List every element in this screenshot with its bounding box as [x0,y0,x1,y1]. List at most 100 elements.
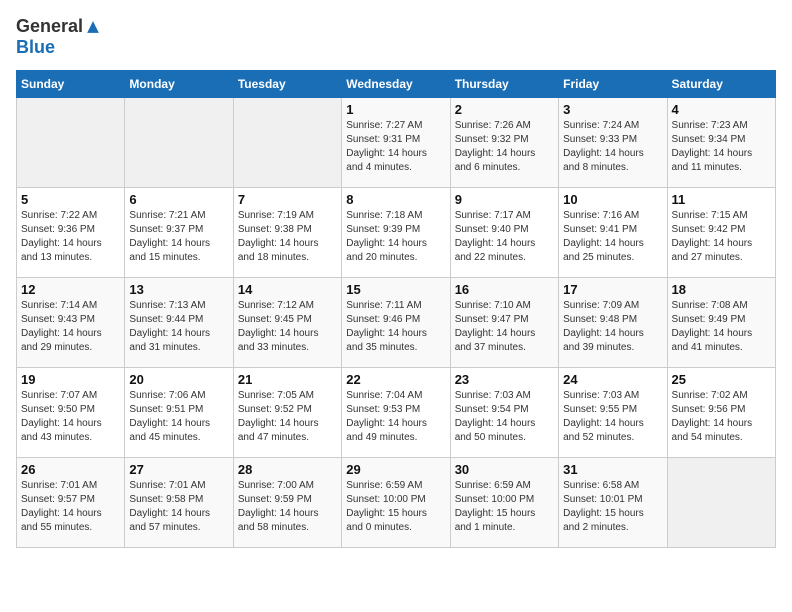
logo-blue: Blue [16,37,55,58]
week-row-4: 19Sunrise: 7:07 AM Sunset: 9:50 PM Dayli… [17,368,776,458]
calendar-cell: 30 Sunrise: 6:59 AM Sunset: 10:00 PM Dayl… [450,458,558,548]
day-number: 23 [455,372,554,387]
day-number: 29 [346,462,445,477]
day-number: 15 [346,282,445,297]
day-info: Sunrise: 7:15 AM Sunset: 9:42 PM Dayligh… [672,209,771,265]
day-info: Sunrise: 6:59 AM Sunset: 10:00 PM Daylig… [346,479,445,535]
day-number: 6 [129,192,228,207]
day-info: Sunrise: 7:11 AM Sunset: 9:46 PM Dayligh… [346,299,445,355]
day-number: 17 [563,282,662,297]
day-number: 8 [346,192,445,207]
day-number: 7 [238,192,337,207]
day-info: Sunrise: 7:19 AM Sunset: 9:38 PM Dayligh… [238,209,337,265]
week-row-2: 5 Sunrise: 7:22 AM Sunset: 9:36 PM Daylig… [17,188,776,278]
day-number: 20 [129,372,228,387]
calendar-cell: 5 Sunrise: 7:22 AM Sunset: 9:36 PM Daylig… [17,188,125,278]
day-info: Sunrise: 7:14 AM Sunset: 9:43 PM Dayligh… [21,299,120,355]
day-number: 5 [21,192,120,207]
day-number: 21 [238,372,337,387]
day-info: Sunrise: 7:23 AM Sunset: 9:34 PM Dayligh… [672,119,771,175]
calendar-cell: 17 Sunrise: 7:09 AM Sunset: 9:48 PM Dayli… [559,278,667,368]
calendar-cell: 19Sunrise: 7:07 AM Sunset: 9:50 PM Dayli… [17,368,125,458]
calendar-cell: 1Sunrise: 7:27 AM Sunset: 9:31 PM Daylig… [342,98,450,188]
day-number: 18 [672,282,771,297]
day-number: 28 [238,462,337,477]
day-number: 2 [455,102,554,117]
day-number: 9 [455,192,554,207]
day-number: 26 [21,462,120,477]
day-info: Sunrise: 6:58 AM Sunset: 10:01 PM Daylig… [563,479,662,535]
day-number: 11 [672,192,771,207]
day-info: Sunrise: 7:10 AM Sunset: 9:47 PM Dayligh… [455,299,554,355]
week-row-1: 1Sunrise: 7:27 AM Sunset: 9:31 PM Daylig… [17,98,776,188]
header-day-wednesday: Wednesday [342,71,450,98]
week-row-5: 26 Sunrise: 7:01 AM Sunset: 9:57 PM Dayli… [17,458,776,548]
day-number: 10 [563,192,662,207]
calendar-cell: 18 Sunrise: 7:08 AM Sunset: 9:49 PM Dayli… [667,278,775,368]
header-day-tuesday: Tuesday [233,71,341,98]
calendar-cell: 14 Sunrise: 7:12 AM Sunset: 9:45 PM Dayli… [233,278,341,368]
day-info: Sunrise: 6:59 AM Sunset: 10:00 PM Daylig… [455,479,554,535]
calendar-cell: 16 Sunrise: 7:10 AM Sunset: 9:47 PM Dayli… [450,278,558,368]
logo-icon [86,20,100,34]
calendar-cell: 12 Sunrise: 7:14 AM Sunset: 9:43 PM Dayli… [17,278,125,368]
header-day-sunday: Sunday [17,71,125,98]
calendar-cell: 22 Sunrise: 7:04 AM Sunset: 9:53 PM Dayli… [342,368,450,458]
header-day-saturday: Saturday [667,71,775,98]
day-number: 16 [455,282,554,297]
header-day-monday: Monday [125,71,233,98]
day-info: Sunrise: 7:26 AM Sunset: 9:32 PM Dayligh… [455,119,554,175]
day-number: 12 [21,282,120,297]
day-number: 30 [455,462,554,477]
calendar-cell: 10 Sunrise: 7:16 AM Sunset: 9:41 PM Dayli… [559,188,667,278]
day-info: Sunrise: 7:05 AM Sunset: 9:52 PM Dayligh… [238,389,337,445]
calendar-cell: 7 Sunrise: 7:19 AM Sunset: 9:38 PM Daylig… [233,188,341,278]
calendar-cell [125,98,233,188]
calendar-cell: 15 Sunrise: 7:11 AM Sunset: 9:46 PM Dayli… [342,278,450,368]
calendar-cell: 13Sunrise: 7:13 AM Sunset: 9:44 PM Dayli… [125,278,233,368]
day-info: Sunrise: 7:01 AM Sunset: 9:57 PM Dayligh… [21,479,120,535]
calendar-cell: 21 Sunrise: 7:05 AM Sunset: 9:52 PM Dayli… [233,368,341,458]
calendar-cell: 20Sunrise: 7:06 AM Sunset: 9:51 PM Dayli… [125,368,233,458]
day-info: Sunrise: 7:27 AM Sunset: 9:31 PM Dayligh… [346,119,445,175]
day-info: Sunrise: 7:13 AM Sunset: 9:44 PM Dayligh… [129,299,228,355]
day-number: 3 [563,102,662,117]
calendar-cell: 26 Sunrise: 7:01 AM Sunset: 9:57 PM Dayli… [17,458,125,548]
day-info: Sunrise: 7:00 AM Sunset: 9:59 PM Dayligh… [238,479,337,535]
calendar-cell: 3Sunrise: 7:24 AM Sunset: 9:33 PM Daylig… [559,98,667,188]
calendar-cell [17,98,125,188]
calendar-cell [233,98,341,188]
day-number: 22 [346,372,445,387]
calendar-cell: 25 Sunrise: 7:02 AM Sunset: 9:56 PM Dayli… [667,368,775,458]
day-number: 4 [672,102,771,117]
day-info: Sunrise: 7:03 AM Sunset: 9:54 PM Dayligh… [455,389,554,445]
day-info: Sunrise: 7:18 AM Sunset: 9:39 PM Dayligh… [346,209,445,265]
day-info: Sunrise: 7:03 AM Sunset: 9:55 PM Dayligh… [563,389,662,445]
day-number: 31 [563,462,662,477]
day-number: 25 [672,372,771,387]
day-number: 14 [238,282,337,297]
day-number: 24 [563,372,662,387]
calendar-cell: 6 Sunrise: 7:21 AM Sunset: 9:37 PM Daylig… [125,188,233,278]
day-info: Sunrise: 7:22 AM Sunset: 9:36 PM Dayligh… [21,209,120,265]
day-info: Sunrise: 7:09 AM Sunset: 9:48 PM Dayligh… [563,299,662,355]
calendar-cell [667,458,775,548]
day-info: Sunrise: 7:16 AM Sunset: 9:41 PM Dayligh… [563,209,662,265]
calendar-cell: 29 Sunrise: 6:59 AM Sunset: 10:00 PM Dayl… [342,458,450,548]
week-row-3: 12 Sunrise: 7:14 AM Sunset: 9:43 PM Dayli… [17,278,776,368]
day-info: Sunrise: 7:08 AM Sunset: 9:49 PM Dayligh… [672,299,771,355]
calendar-cell: 23 Sunrise: 7:03 AM Sunset: 9:54 PM Dayli… [450,368,558,458]
logo-general: General [16,16,83,37]
day-number: 27 [129,462,228,477]
day-number: 19 [21,372,120,387]
calendar-cell: 4 Sunrise: 7:23 AM Sunset: 9:34 PM Daylig… [667,98,775,188]
day-info: Sunrise: 7:04 AM Sunset: 9:53 PM Dayligh… [346,389,445,445]
calendar-cell: 27 Sunrise: 7:01 AM Sunset: 9:58 PM Dayli… [125,458,233,548]
day-info: Sunrise: 7:01 AM Sunset: 9:58 PM Dayligh… [129,479,228,535]
calendar-cell: 9 Sunrise: 7:17 AM Sunset: 9:40 PM Daylig… [450,188,558,278]
day-info: Sunrise: 7:21 AM Sunset: 9:37 PM Dayligh… [129,209,228,265]
calendar-cell: 11 Sunrise: 7:15 AM Sunset: 9:42 PM Dayli… [667,188,775,278]
day-info: Sunrise: 7:02 AM Sunset: 9:56 PM Dayligh… [672,389,771,445]
day-info: Sunrise: 7:17 AM Sunset: 9:40 PM Dayligh… [455,209,554,265]
day-info: Sunrise: 7:12 AM Sunset: 9:45 PM Dayligh… [238,299,337,355]
